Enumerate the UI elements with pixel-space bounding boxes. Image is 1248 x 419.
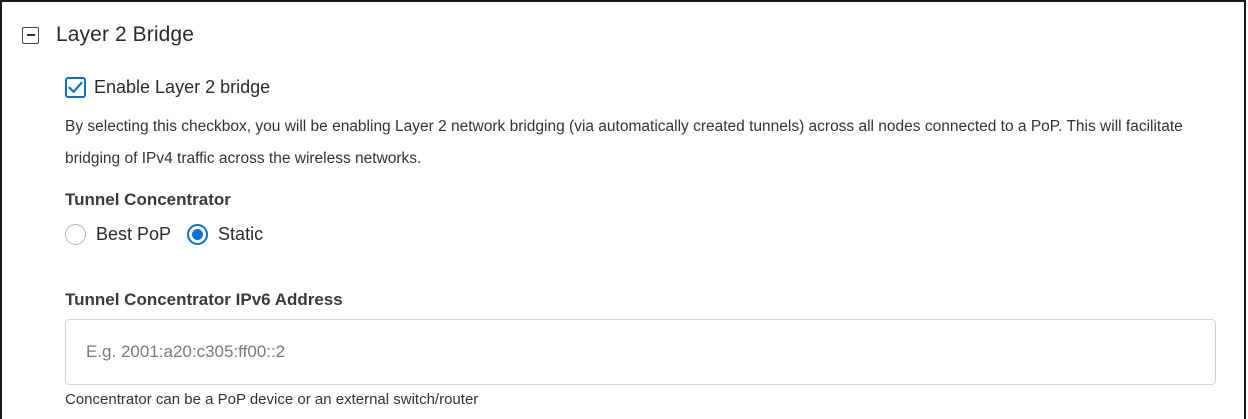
enable-bridge-label[interactable]: Enable Layer 2 bridge bbox=[94, 77, 270, 98]
radio-static-circle[interactable] bbox=[187, 224, 209, 245]
layer2-bridge-panel: Layer 2 Bridge Enable Layer 2 bridge By … bbox=[0, 0, 1246, 419]
section-title: Layer 2 Bridge bbox=[56, 23, 194, 46]
tunnel-concentrator-radio-group: Best PoP Static bbox=[65, 224, 263, 245]
enable-bridge-checkbox[interactable] bbox=[65, 77, 86, 98]
collapse-minus-icon[interactable] bbox=[22, 26, 39, 44]
minus-glyph bbox=[26, 34, 35, 36]
radio-static-label[interactable]: Static bbox=[218, 224, 263, 245]
checkmark-icon bbox=[68, 81, 83, 93]
ipv6-address-label: Tunnel Concentrator IPv6 Address bbox=[65, 290, 343, 309]
tunnel-concentrator-label: Tunnel Concentrator bbox=[65, 190, 231, 209]
section-header: Layer 2 Bridge bbox=[22, 23, 194, 47]
radio-selected-dot bbox=[192, 229, 204, 240]
enable-bridge-row: Enable Layer 2 bridge bbox=[65, 77, 270, 98]
enable-bridge-description: By selecting this checkbox, you will be … bbox=[65, 118, 1183, 167]
ipv6-address-hint: Concentrator can be a PoP device or an e… bbox=[65, 391, 479, 408]
radio-static[interactable]: Static bbox=[187, 224, 263, 245]
radio-best-pop-circle[interactable] bbox=[65, 224, 86, 245]
ipv6-address-input[interactable] bbox=[65, 319, 1216, 385]
radio-best-pop-label[interactable]: Best PoP bbox=[96, 224, 171, 245]
radio-best-pop[interactable]: Best PoP bbox=[65, 224, 171, 245]
